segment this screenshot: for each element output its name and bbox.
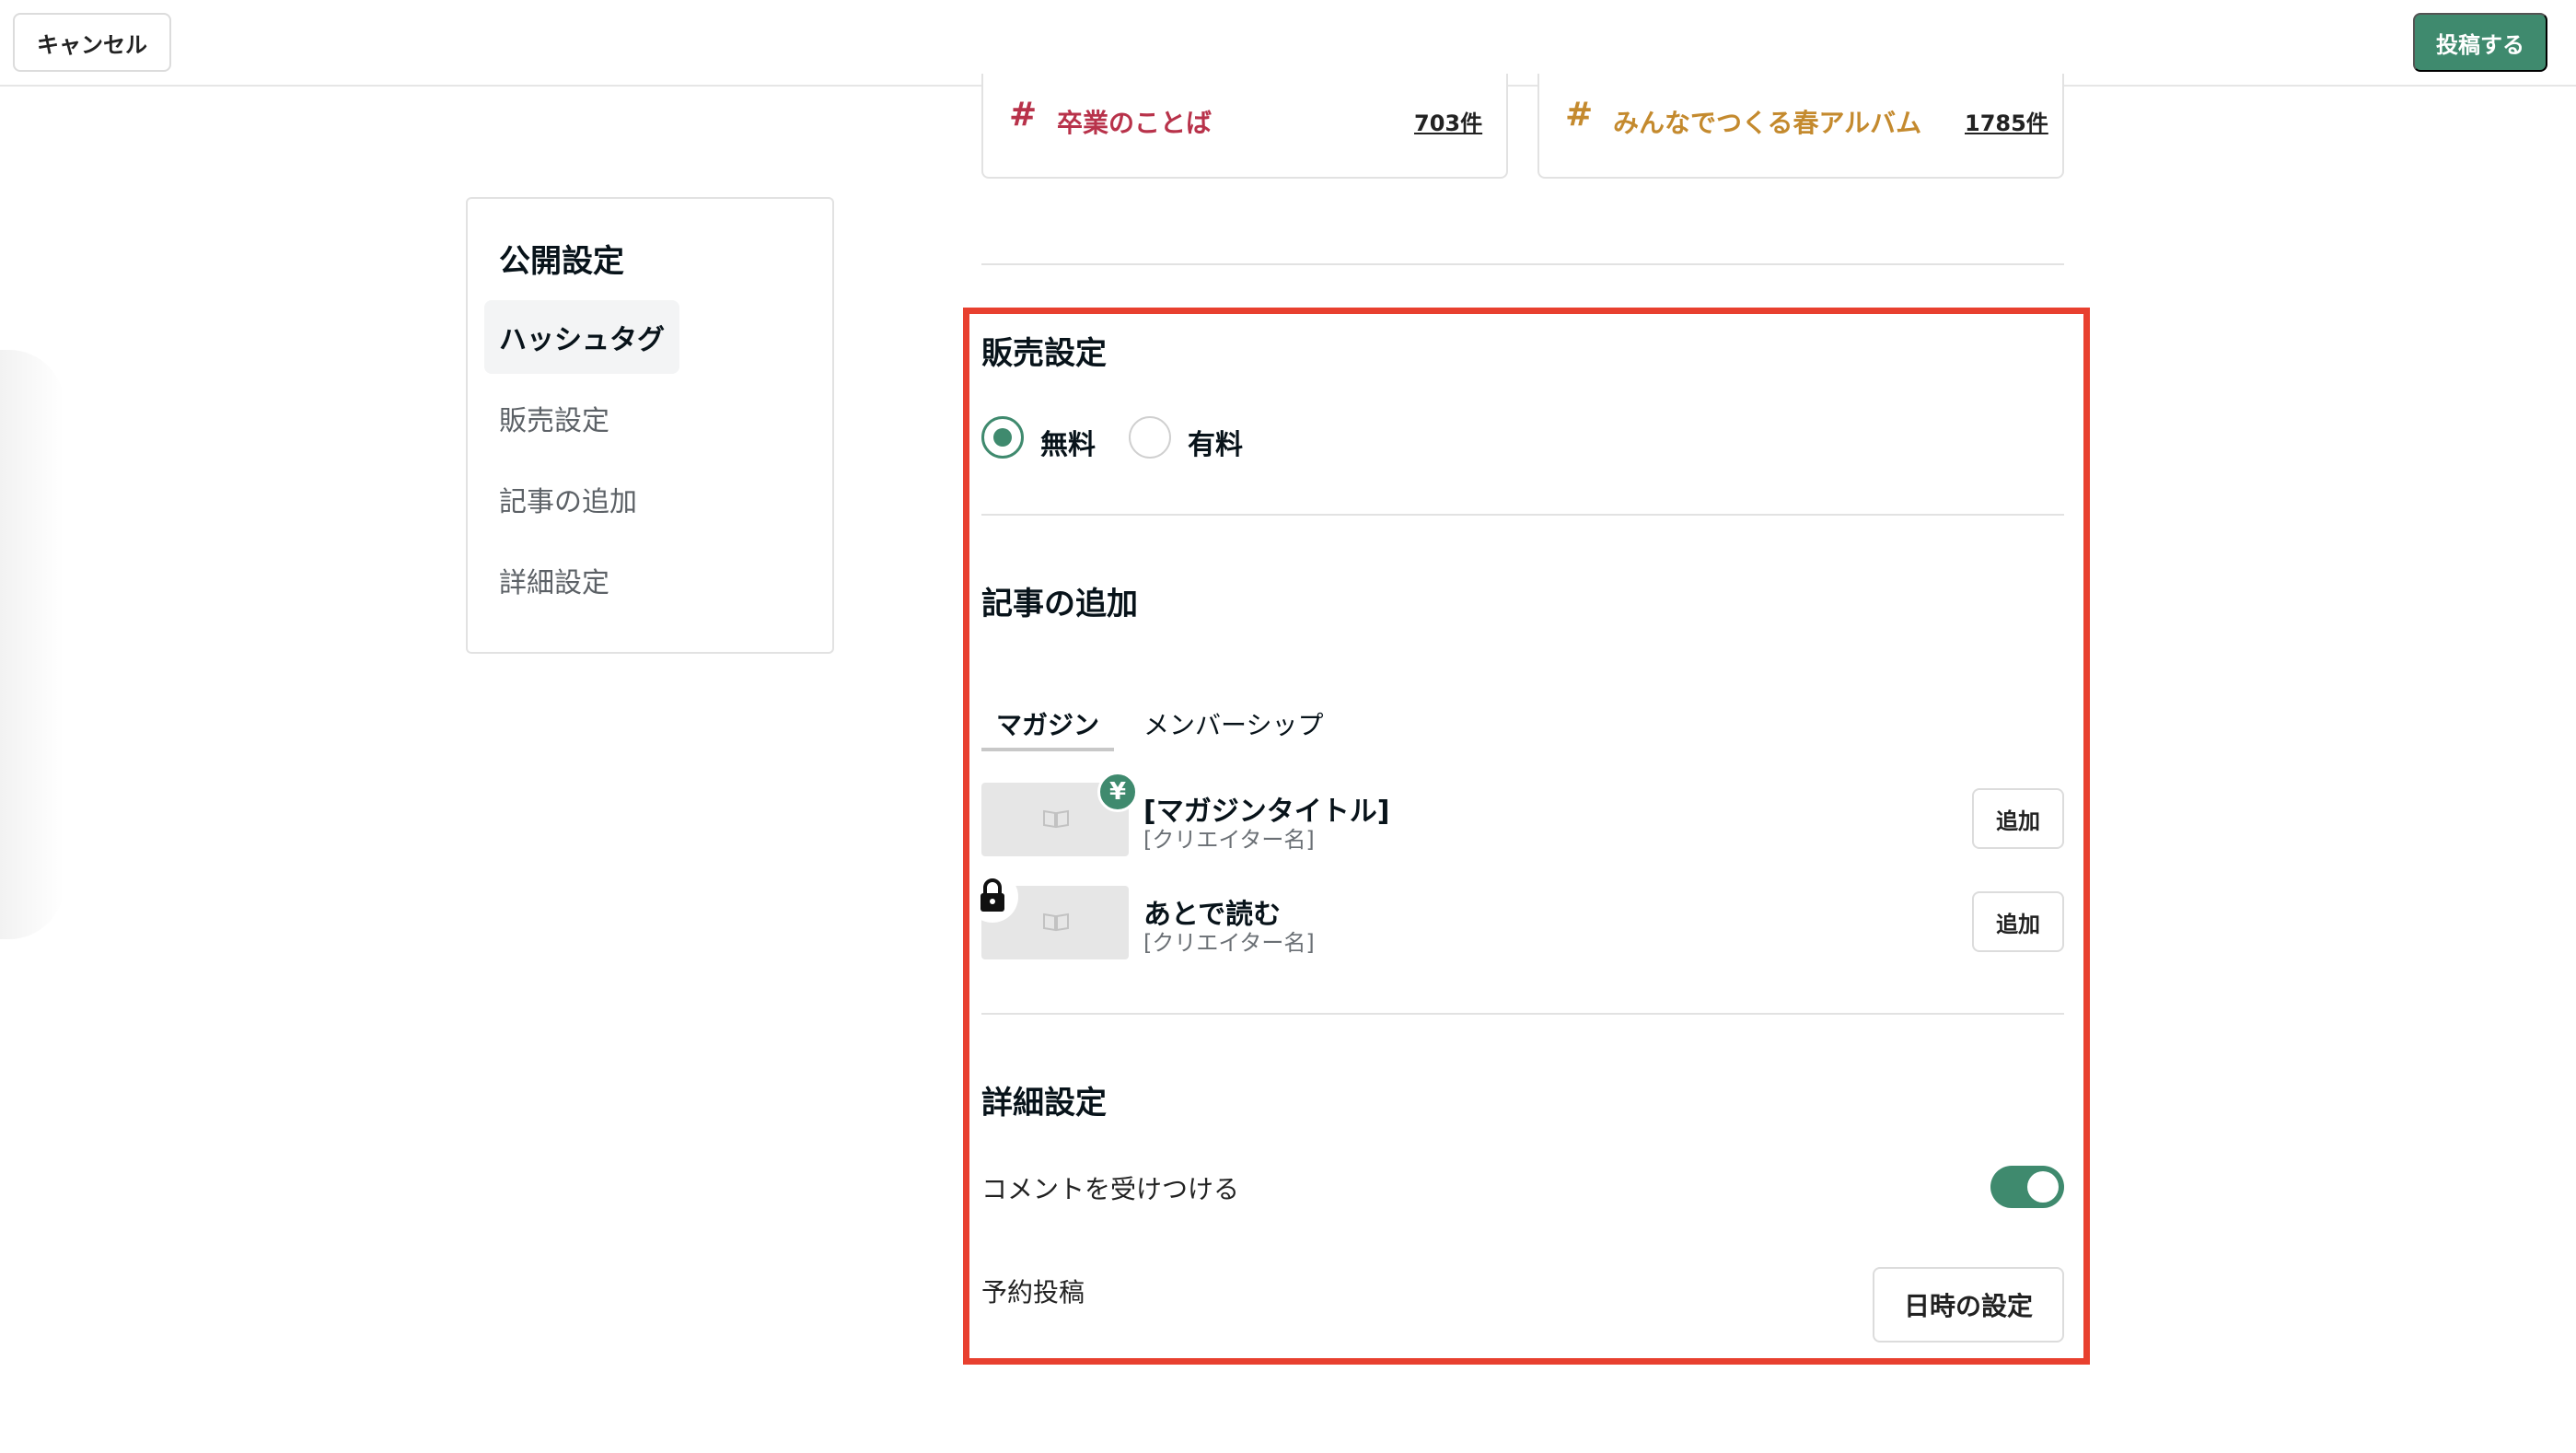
hashtag-icon: # xyxy=(1009,96,1038,134)
sidebar-item-sales[interactable]: 販売設定 xyxy=(484,381,624,455)
hashtag-name: 卒業のことば xyxy=(1057,108,1213,138)
hashtag-card[interactable]: # みんなでつくる春アルバム 1785件 xyxy=(1537,74,2064,179)
sidebar-item-hashtag[interactable]: ハッシュタグ xyxy=(484,300,679,374)
sidebar-item-details[interactable]: 詳細設定 xyxy=(484,543,624,617)
hashtag-card[interactable]: # 卒業のことば 703件 xyxy=(981,74,1508,179)
hashtag-name: みんなでつくる春アルバム xyxy=(1613,108,1922,138)
section-divider xyxy=(981,263,2064,265)
hashtag-count-link[interactable]: 1785件 xyxy=(1965,105,2048,137)
sidebar-title: 公開設定 xyxy=(499,243,624,280)
hashtag-icon: # xyxy=(1565,96,1594,134)
settings-sidebar: 公開設定 ハッシュタグ 販売設定 記事の追加 詳細設定 xyxy=(466,197,834,654)
highlight-box xyxy=(963,308,2090,1365)
modal-edge-shadow xyxy=(0,350,64,939)
hashtag-count-link[interactable]: 703件 xyxy=(1414,105,1482,137)
sidebar-item-add-article[interactable]: 記事の追加 xyxy=(484,462,652,536)
cancel-button[interactable]: キャンセル xyxy=(13,13,171,72)
post-button[interactable]: 投稿する xyxy=(2413,13,2547,72)
